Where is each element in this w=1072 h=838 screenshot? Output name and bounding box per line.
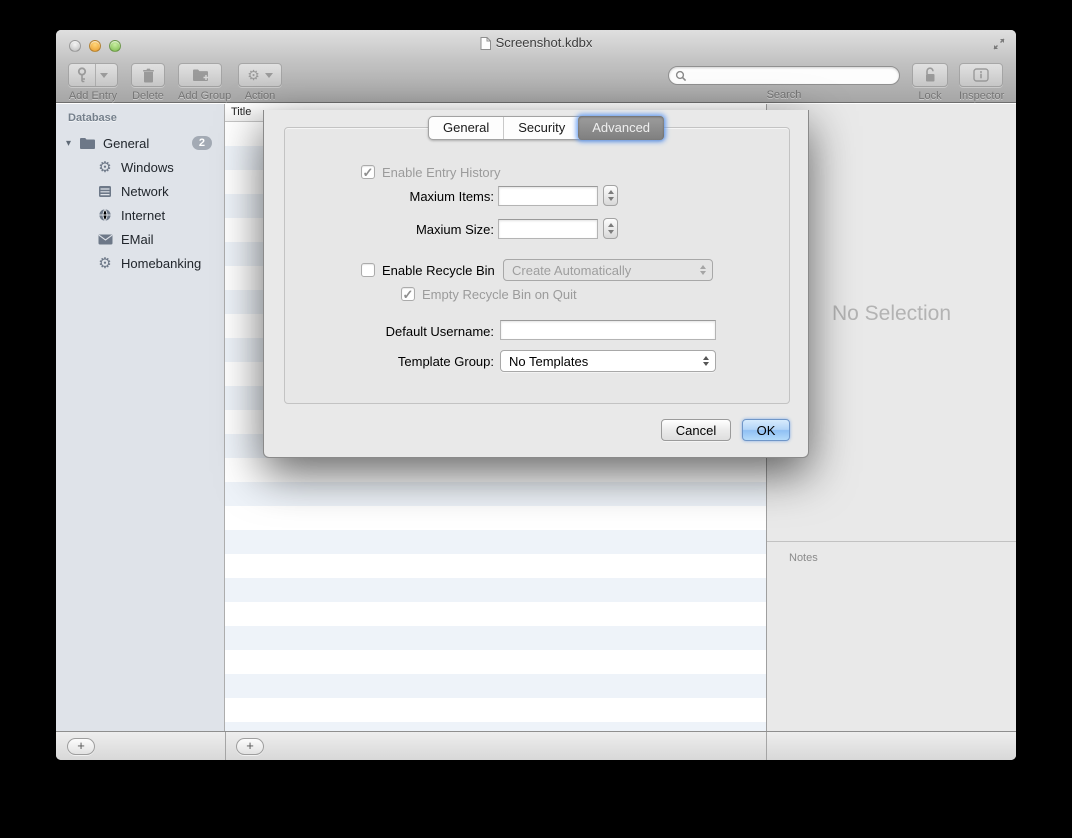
sidebar-item-label: General xyxy=(103,136,149,151)
default-username-label: Default Username: xyxy=(304,324,494,339)
template-group-popup[interactable]: No Templates xyxy=(500,350,716,372)
divider xyxy=(225,732,226,760)
gear-icon: ⚙ xyxy=(96,254,114,272)
disclosure-triangle-icon[interactable]: ▾ xyxy=(66,138,78,149)
search-area: Search xyxy=(668,66,900,101)
fullscreen-icon[interactable] xyxy=(992,37,1006,51)
recycle-bin-mode-popup[interactable]: Create Automatically xyxy=(503,259,713,281)
add-entry-button[interactable]: Add Entry xyxy=(68,63,118,102)
server-icon xyxy=(96,185,114,198)
document-icon xyxy=(480,37,491,50)
globe-icon xyxy=(96,208,114,222)
add-entry-plus-button[interactable]: + xyxy=(236,738,264,755)
action-dropdown-arrow xyxy=(265,73,273,78)
notes-label: Notes xyxy=(767,542,1016,564)
sidebar: Database ▾ General 2 ⚙ Windows Network xyxy=(56,104,225,731)
sidebar-item-general[interactable]: ▾ General 2 xyxy=(56,131,224,155)
delete-button[interactable]: Delete xyxy=(131,63,165,102)
search-input[interactable] xyxy=(668,66,900,85)
lock-button[interactable]: Lock xyxy=(912,63,948,102)
inspector-button[interactable]: Inspector xyxy=(959,63,1004,102)
tab-advanced[interactable]: Advanced xyxy=(578,116,664,140)
tab-security[interactable]: Security xyxy=(503,117,579,139)
sidebar-item-internet[interactable]: Internet xyxy=(56,203,224,227)
sidebar-item-label: Windows xyxy=(121,160,174,175)
key-icon xyxy=(75,67,89,83)
template-group-label: Template Group: xyxy=(304,354,494,369)
enable-recycle-bin-label: Enable Recycle Bin xyxy=(382,263,495,278)
tab-general[interactable]: General xyxy=(429,117,503,139)
sidebar-item-email[interactable]: EMail xyxy=(56,227,224,251)
popup-arrows-icon xyxy=(698,356,715,366)
notes-section: Notes xyxy=(767,541,1016,564)
maxium-size-stepper[interactable] xyxy=(603,218,618,239)
add-group-button[interactable]: Add Group xyxy=(178,63,231,102)
maxium-size-label: Maxium Size: xyxy=(304,222,494,237)
sidebar-item-label: Internet xyxy=(121,208,165,223)
maxium-items-field[interactable] xyxy=(498,186,598,206)
maxium-size-field[interactable] xyxy=(498,219,598,239)
dialog-tab-bar: General Security Advanced xyxy=(428,116,664,140)
sidebar-item-network[interactable]: Network xyxy=(56,179,224,203)
window-title: Screenshot.kdbx xyxy=(56,35,1016,50)
info-icon xyxy=(973,68,989,82)
action-button[interactable]: ⚙ Action xyxy=(238,63,282,102)
sidebar-header: Database xyxy=(56,104,224,124)
gear-icon: ⚙ xyxy=(96,158,114,176)
window-chrome: Screenshot.kdbx Add Entry Delete xyxy=(56,30,1016,103)
sidebar-item-windows[interactable]: ⚙ Windows xyxy=(56,155,224,179)
empty-recycle-bin-checkbox[interactable]: ✓ xyxy=(401,287,415,301)
divider xyxy=(766,732,767,760)
gear-icon: ⚙ xyxy=(247,68,260,82)
empty-recycle-bin-label: Empty Recycle Bin on Quit xyxy=(422,287,577,302)
popup-arrows-icon xyxy=(695,265,712,275)
add-entry-dropdown-arrow[interactable] xyxy=(100,73,108,78)
maxium-items-stepper[interactable] xyxy=(603,185,618,206)
entry-count-badge: 2 xyxy=(192,136,212,150)
add-group-plus-button[interactable]: + xyxy=(67,738,95,755)
bottom-bar: + + xyxy=(56,731,1016,760)
magnifier-icon xyxy=(675,70,687,82)
open-padlock-icon xyxy=(923,67,937,83)
enable-entry-history-label: Enable Entry History xyxy=(382,165,501,180)
enable-recycle-bin-checkbox[interactable] xyxy=(361,263,375,277)
enable-entry-history-checkbox[interactable]: ✓ xyxy=(361,165,375,179)
sidebar-item-label: Homebanking xyxy=(121,256,201,271)
cancel-button[interactable]: Cancel xyxy=(661,419,731,441)
database-settings-dialog: General Security Advanced ✓ Enable Entry… xyxy=(263,110,809,458)
ok-button[interactable]: OK xyxy=(742,419,790,441)
default-username-field[interactable] xyxy=(500,320,716,340)
folder-plus-icon xyxy=(192,68,209,82)
maxium-items-label: Maxium Items: xyxy=(304,189,494,204)
sidebar-item-label: EMail xyxy=(121,232,154,247)
sidebar-item-label: Network xyxy=(121,184,169,199)
folder-icon xyxy=(78,137,96,150)
sidebar-item-homebanking[interactable]: ⚙ Homebanking xyxy=(56,251,224,275)
app-window: Screenshot.kdbx Add Entry Delete xyxy=(56,30,1016,760)
envelope-icon xyxy=(96,234,114,245)
trash-icon xyxy=(142,68,155,83)
